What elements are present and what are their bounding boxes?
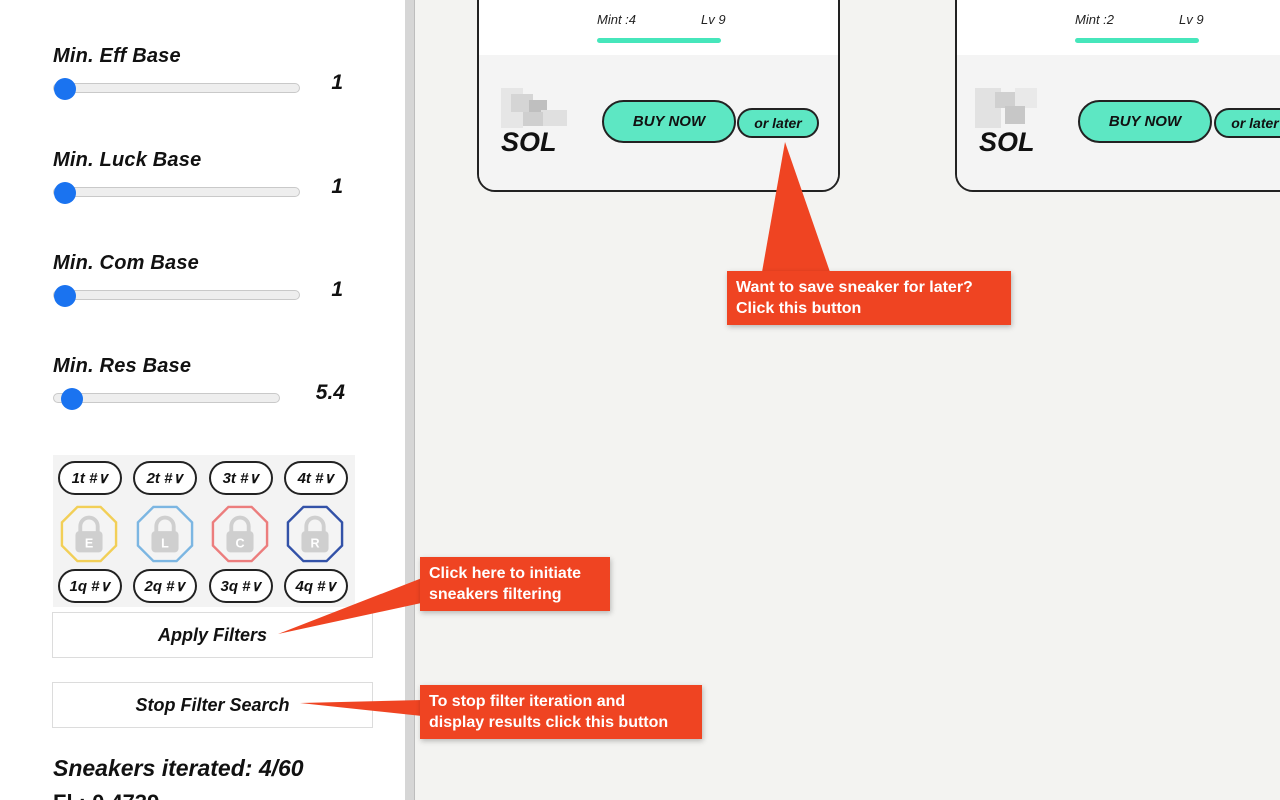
com-base-filter: Min. Com Base 1 [53, 252, 353, 307]
stop-callout-text: To stop filter iteration and display res… [429, 693, 669, 731]
gem-select-1q[interactable]: 1q #∨ [58, 569, 122, 603]
sneaker-card[interactable]: Mint :4 Lv 9 SOL BUY NOW or later [477, 0, 840, 192]
mint-progress-bar [1075, 38, 1199, 43]
panel-divider[interactable] [405, 0, 415, 800]
gem-select-2t[interactable]: 2t #∨ [133, 461, 197, 495]
gem-lock-letter: C [235, 537, 244, 551]
mint-count: Mint :2 [1075, 12, 1115, 27]
luck-base-slider-thumb[interactable] [54, 182, 76, 204]
currency-label: SOL [979, 127, 1035, 157]
luck-base-slider[interactable] [53, 182, 300, 204]
filter-sidebar: Min. Eff Base 1 Min. Luck Base 1 Min. Co… [0, 0, 405, 800]
apply-filters-button[interactable]: Apply Filters [52, 612, 373, 658]
gem-lock-letter: R [310, 537, 319, 551]
res-base-value: 5.4 [315, 381, 345, 404]
res-base-slider[interactable] [53, 388, 280, 410]
sol-logo-icon [975, 88, 1037, 128]
com-base-label: Min. Com Base [53, 252, 199, 274]
eff-base-filter: Min. Eff Base 1 [53, 45, 353, 100]
apply-callout-text: Click here to initiate sneakers filterin… [429, 565, 582, 603]
sol-logo-icon [501, 88, 567, 128]
gem-select-3t[interactable]: 3t #∨ [209, 461, 273, 495]
gem-lock-letter: L [161, 537, 169, 551]
com-base-slider[interactable] [53, 285, 300, 307]
save-callout-text: Want to save sneaker for later? Click th… [736, 279, 973, 317]
save-for-later-callout: Want to save sneaker for later? Click th… [727, 271, 1011, 325]
mint-count: Mint :4 [597, 12, 637, 27]
buy-now-button[interactable]: BUY NOW [602, 100, 736, 143]
gem-select-3q[interactable]: 3q #∨ [209, 569, 273, 603]
sneakers-iterated-count: Sneakers iterated: 4/60 [53, 755, 304, 781]
res-base-filter: Min. Res Base 5.4 [53, 355, 353, 410]
luck-base-label: Min. Luck Base [53, 149, 202, 171]
stop-search-callout: To stop filter iteration and display res… [420, 685, 702, 739]
comfort-gem-lock-icon[interactable]: C [211, 505, 269, 563]
luck-gem-lock-icon[interactable]: L [136, 505, 194, 563]
gem-select-2q[interactable]: 2q #∨ [133, 569, 197, 603]
gem-lock-letter: E [85, 537, 93, 551]
card-header: Mint :4 Lv 9 [479, 0, 838, 55]
gem-select-4t[interactable]: 4t #∨ [284, 461, 348, 495]
com-base-slider-thumb[interactable] [54, 285, 76, 307]
gem-select-1t[interactable]: 1t #∨ [58, 461, 122, 495]
com-base-value: 1 [331, 278, 343, 301]
luck-base-filter: Min. Luck Base 1 [53, 149, 353, 204]
eff-base-value: 1 [331, 71, 343, 94]
eff-base-slider[interactable] [53, 78, 300, 100]
eff-base-slider-thumb[interactable] [54, 78, 76, 100]
card-header: Mint :2 Lv 9 [957, 0, 1280, 55]
sneaker-level: Lv 9 [1179, 12, 1204, 27]
eff-base-label: Min. Eff Base [53, 45, 181, 67]
or-later-button[interactable]: or later [737, 108, 819, 138]
gem-filter-panel: 1t #∨ 2t #∨ 3t #∨ 4t #∨ E L C R 1q #∨ 2q… [53, 455, 355, 607]
partial-text: Fl : 0.4739 [53, 790, 159, 800]
res-base-label: Min. Res Base [53, 355, 192, 377]
or-later-button[interactable]: or later [1214, 108, 1280, 138]
res-base-slider-thumb[interactable] [61, 388, 83, 410]
apply-filters-callout: Click here to initiate sneakers filterin… [420, 557, 610, 611]
resilience-gem-lock-icon[interactable]: R [286, 505, 344, 563]
efficiency-gem-lock-icon[interactable]: E [60, 505, 118, 563]
mint-progress-bar [597, 38, 721, 43]
sneaker-card[interactable]: Mint :2 Lv 9 SOL BUY NOW or later [955, 0, 1280, 192]
stop-filter-search-button[interactable]: Stop Filter Search [52, 682, 373, 728]
currency-label: SOL [501, 127, 557, 157]
gem-select-4q[interactable]: 4q #∨ [284, 569, 348, 603]
luck-base-value: 1 [331, 175, 343, 198]
sneaker-level: Lv 9 [701, 12, 726, 27]
buy-now-button[interactable]: BUY NOW [1078, 100, 1212, 143]
